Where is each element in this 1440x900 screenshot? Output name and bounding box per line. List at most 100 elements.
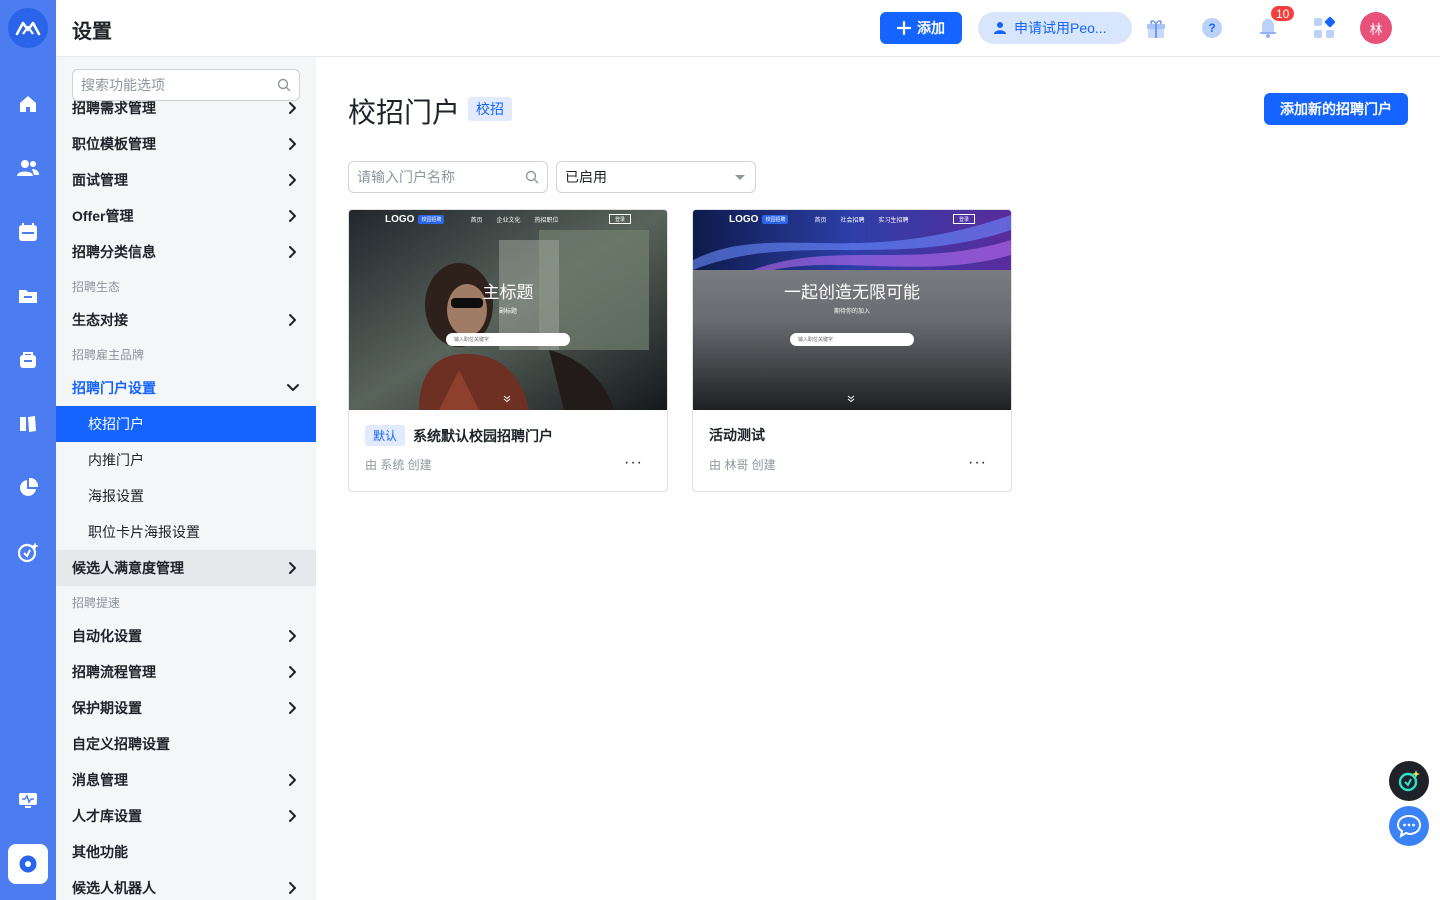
sidebar-item[interactable]: 候选人机器人 (56, 870, 316, 900)
add-button[interactable]: 添加 (880, 12, 962, 44)
page-title: 校招门户 (348, 97, 461, 128)
sidebar-item[interactable]: 招聘分类信息 (56, 234, 316, 270)
search-icon (525, 170, 539, 184)
ai-assistant-button[interactable] (1389, 761, 1429, 801)
portal-search-input[interactable] (349, 162, 519, 192)
monitor-icon[interactable] (16, 788, 40, 812)
main-content: 校招门户 校招 添加新的招聘门户 已启用 (316, 57, 1440, 900)
chevron-right-icon (286, 313, 300, 327)
chevron-right-icon (286, 209, 300, 223)
folder-icon[interactable] (16, 284, 40, 308)
sidebar-item[interactable]: 消息管理 (56, 762, 316, 798)
preview-heading: 一起创造无限可能 (784, 283, 920, 302)
sidebar-item[interactable]: 人才库设置 (56, 798, 316, 834)
pie-chart-icon[interactable] (16, 476, 40, 500)
sidebar-item[interactable]: 自动化设置 (56, 618, 316, 654)
sidebar-subitem[interactable]: 校招门户 (56, 406, 316, 442)
portal-card[interactable]: LOGO 校园招聘 首页 企业文化 热招职位 登录 主标题 副标题 输入职位关键… (348, 209, 668, 492)
sidebar-item-label: 招聘分类信息 (72, 244, 156, 260)
apps-icon[interactable] (1312, 16, 1336, 40)
app-logo[interactable] (8, 8, 48, 48)
sidebar-search-input[interactable] (73, 70, 263, 100)
sidebar-group-label: 招聘雇主品牌 (56, 338, 316, 370)
plus-icon (897, 21, 911, 35)
ai-assistant-icon (1398, 770, 1420, 792)
preview-nav: LOGO 校园招聘 首页 企业文化 热招职位 登录 (349, 210, 667, 228)
home-icon[interactable] (16, 92, 40, 116)
logo-mark-icon (15, 21, 41, 36)
sidebar-subitem[interactable]: 海报设置 (56, 478, 316, 514)
ai-assistant-icon[interactable] (16, 540, 40, 564)
sidebar-item-label: 消息管理 (72, 772, 128, 788)
sidebar-item-label: 候选人满意度管理 (72, 560, 184, 576)
sidebar-item-label: 候选人机器人 (72, 880, 156, 896)
more-actions-button[interactable]: ··· (624, 454, 643, 472)
preview-nav-item: 首页 (814, 217, 827, 224)
user-avatar[interactable]: 林 (1360, 12, 1392, 44)
preview-logo: LOGO (385, 213, 415, 225)
trial-request-label: 申请试用Peo... (1014, 20, 1107, 36)
chevron-right-icon (286, 665, 300, 679)
portal-preview: LOGO 校园招聘 首页 企业文化 热招职位 登录 主标题 副标题 输入职位关键… (349, 210, 667, 410)
calendar-icon[interactable] (16, 220, 40, 244)
sidebar-item[interactable]: Offer管理 (56, 198, 316, 234)
sidebar-subitem[interactable]: 职位卡片海报设置 (56, 514, 316, 550)
preview-search: 输入职位关键字 (790, 333, 914, 346)
sidebar-item[interactable]: 招聘门户设置 (56, 370, 316, 406)
users-icon[interactable] (16, 156, 40, 180)
preview-nav-item: 热招职位 (534, 217, 559, 224)
person-icon (994, 22, 1006, 34)
preview-logo: LOGO (729, 213, 759, 225)
sidebar-item-label: 招聘门户设置 (72, 380, 156, 396)
sidebar-subitem[interactable]: 内推门户 (56, 442, 316, 478)
portal-creator: 由 林哥 创建 (709, 458, 776, 472)
sidebar-item[interactable]: 招聘流程管理 (56, 654, 316, 690)
chevron-down-icon (286, 381, 300, 395)
preview-pill: 校园招聘 (762, 214, 789, 224)
preview-subheading: 期待你的加入 (833, 309, 870, 315)
sidebar-item-label: 招聘流程管理 (72, 664, 156, 680)
sidebar-item[interactable]: 保护期设置 (56, 690, 316, 726)
briefcase-icon[interactable] (16, 348, 40, 372)
sidebar-item[interactable]: 生态对接 (56, 302, 316, 338)
portal-name: 系统默认校园招聘门户 (413, 427, 554, 444)
chevron-right-icon (286, 561, 300, 575)
sidebar-item-label: 招聘提速 (72, 595, 121, 610)
preview-nav: LOGO 校园招聘 首页 社会招聘 实习生招聘 登录 (693, 210, 1011, 228)
sidebar-item-label: 校招门户 (88, 416, 144, 432)
chevron-double-down-icon (503, 395, 511, 403)
sidebar-item[interactable]: 候选人满意度管理 (56, 550, 316, 586)
sidebar-item-label: 海报设置 (88, 488, 144, 504)
sidebar-item[interactable]: 其他功能 (56, 834, 316, 870)
preview-nav-item: 企业文化 (496, 217, 521, 224)
add-portal-button[interactable]: 添加新的招聘门户 (1264, 93, 1408, 125)
portal-name: 活动测试 (709, 427, 765, 443)
portal-card-header: 活动测试 (709, 425, 765, 445)
status-filter-select[interactable]: 已启用 (556, 161, 756, 193)
sidebar-item-label: 其他功能 (72, 844, 128, 860)
book-icon[interactable] (16, 412, 40, 436)
settings-icon[interactable] (8, 844, 48, 884)
settings-sidebar: 招聘需求管理 职位模板管理 面试管理 Offer管理 招聘分类信息 招聘生态 生态对接 招聘雇… (56, 57, 316, 900)
preview-nav-item: 首页 (470, 217, 483, 224)
more-actions-button[interactable]: ··· (968, 454, 987, 472)
portal-card[interactable]: LOGO 校园招聘 首页 社会招聘 实习生招聘 登录 一起创造无限可能 期待你的… (692, 209, 1012, 492)
sidebar-item[interactable]: 自定义招聘设置 (56, 726, 316, 762)
portal-creator: 由 系统 创建 (365, 458, 432, 472)
help-icon[interactable]: ? (1200, 16, 1224, 40)
chat-bubble-icon (1396, 814, 1422, 839)
preview-search: 输入职位关键字 (446, 333, 570, 346)
chevron-right-icon (286, 137, 300, 151)
svg-text:?: ? (1208, 21, 1215, 35)
sidebar-item[interactable]: 职位模板管理 (56, 126, 316, 162)
sidebar-item[interactable]: 面试管理 (56, 162, 316, 198)
chat-support-button[interactable] (1389, 806, 1429, 846)
caret-down-icon (735, 175, 745, 180)
chevron-right-icon (286, 881, 300, 895)
sidebar-item-label: 保护期设置 (72, 700, 142, 716)
gift-icon[interactable] (1144, 16, 1168, 40)
trial-request-button[interactable]: 申请试用Peo... (978, 12, 1132, 44)
sidebar-item-label: 内推门户 (88, 452, 144, 468)
default-tag: 默认 (365, 425, 406, 446)
status-filter-value: 已启用 (565, 169, 607, 185)
